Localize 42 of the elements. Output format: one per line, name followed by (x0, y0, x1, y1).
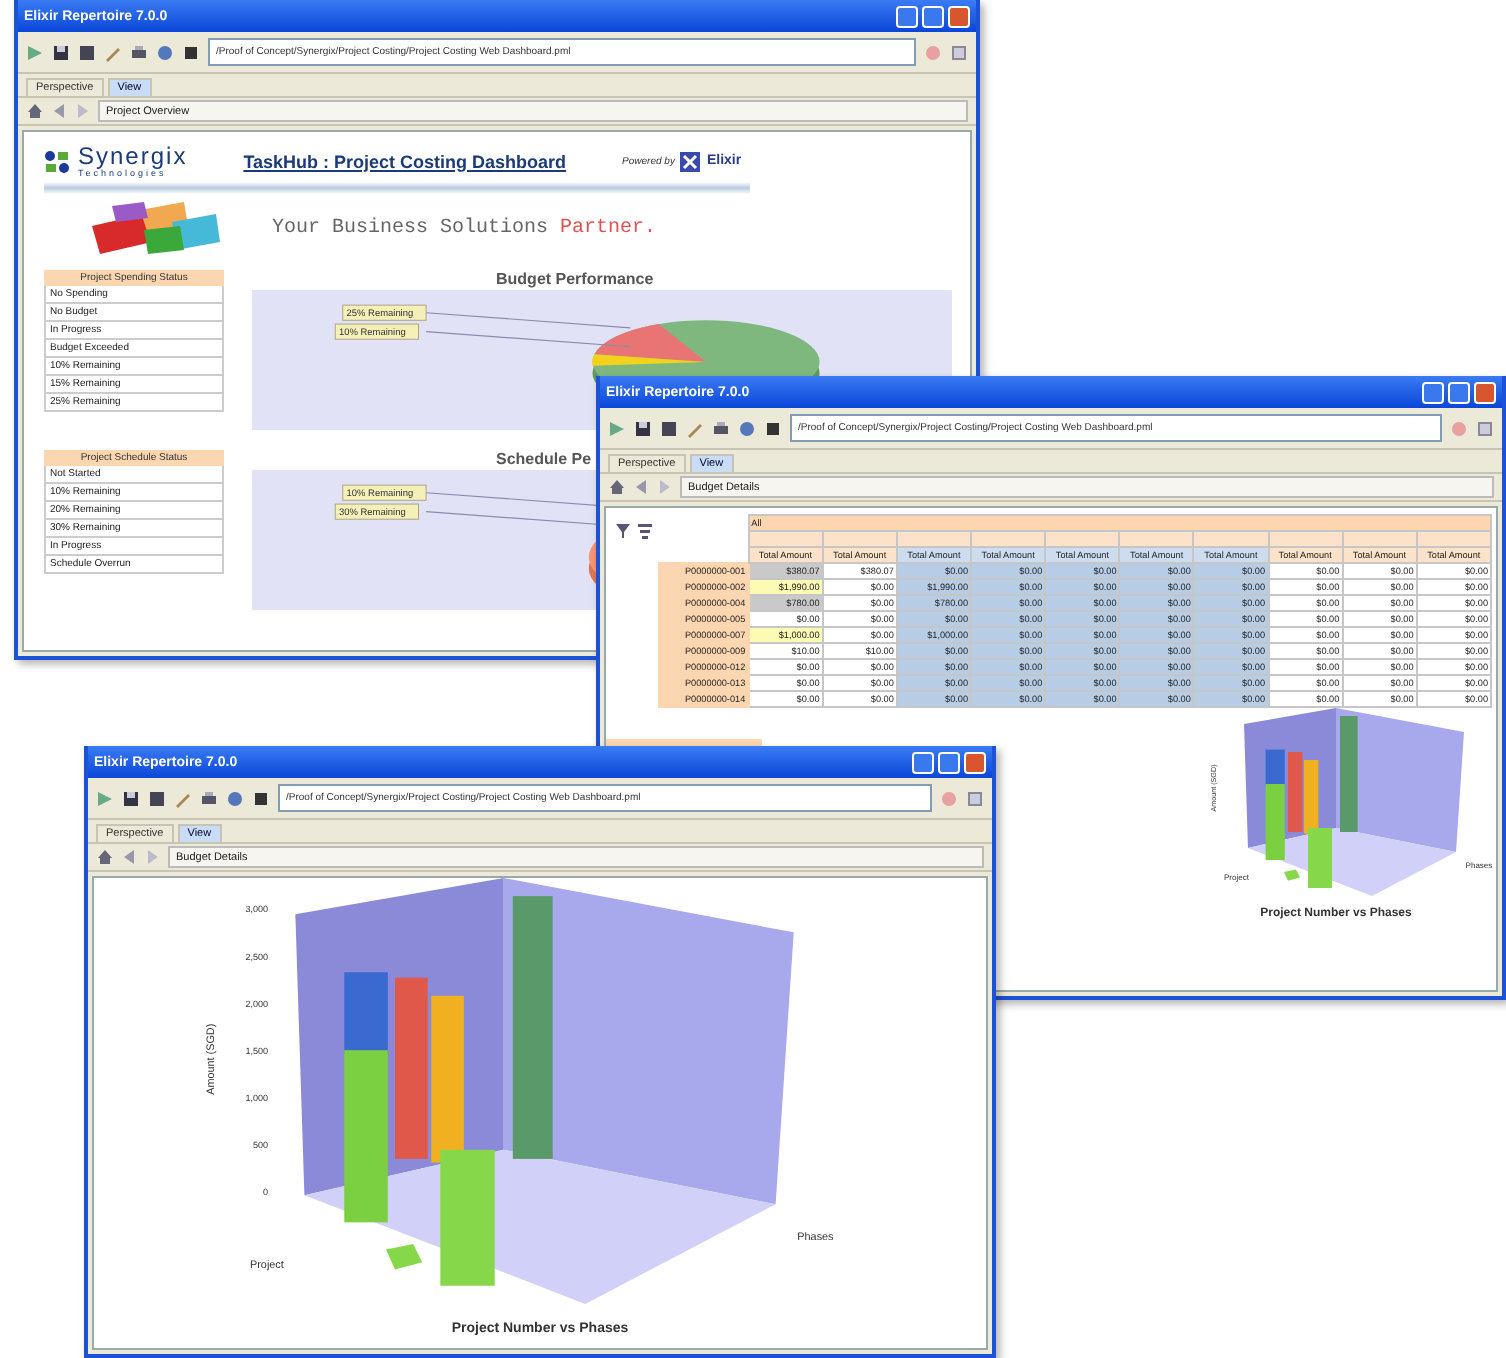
home-icon[interactable] (96, 848, 114, 866)
save-icon[interactable] (634, 419, 652, 437)
print-icon[interactable] (200, 789, 218, 807)
minimize-button[interactable] (896, 5, 918, 27)
run-icon[interactable] (96, 789, 114, 807)
back-icon[interactable] (632, 478, 650, 496)
home-icon[interactable] (608, 478, 626, 496)
chart-title: Budget Performance (496, 270, 654, 290)
edit-icon[interactable] (686, 419, 704, 437)
close-button[interactable] (1474, 381, 1496, 403)
chart-title: Schedule Pe (496, 450, 592, 470)
logo-icon (680, 151, 701, 171)
maximize-button[interactable] (922, 5, 944, 27)
grid-icon[interactable] (1476, 419, 1494, 437)
home-icon[interactable] (26, 102, 44, 120)
print-icon[interactable] (712, 419, 730, 437)
maximize-button[interactable] (938, 751, 960, 773)
close-button[interactable] (964, 751, 986, 773)
bar (1340, 716, 1358, 832)
print-icon[interactable] (130, 43, 148, 61)
sort-icon[interactable] (636, 522, 654, 540)
dashboard-title: TaskHub : Project Costing Dashboard (243, 151, 567, 171)
edit-icon[interactable] (174, 789, 192, 807)
save-icon[interactable] (52, 43, 70, 61)
run-icon[interactable] (608, 419, 626, 437)
bar (1284, 869, 1300, 881)
grid-icon[interactable] (966, 789, 984, 807)
minimize-button[interactable] (1422, 381, 1444, 403)
bar (385, 1244, 423, 1270)
run-icon[interactable] (26, 43, 44, 61)
grid-icon[interactable] (950, 43, 968, 61)
back-icon[interactable] (50, 102, 68, 120)
slogan: Your Business Solutions Partner. (272, 217, 657, 239)
maximize-button[interactable] (1448, 381, 1470, 403)
edit-icon[interactable] (104, 43, 122, 61)
brand-name: Synergix (78, 144, 188, 168)
logo-icon (44, 149, 72, 173)
save-icon[interactable] (122, 789, 140, 807)
filter-icon[interactable] (614, 522, 632, 540)
close-button[interactable] (948, 5, 970, 27)
minimize-button[interactable] (912, 751, 934, 773)
back-icon[interactable] (120, 848, 138, 866)
